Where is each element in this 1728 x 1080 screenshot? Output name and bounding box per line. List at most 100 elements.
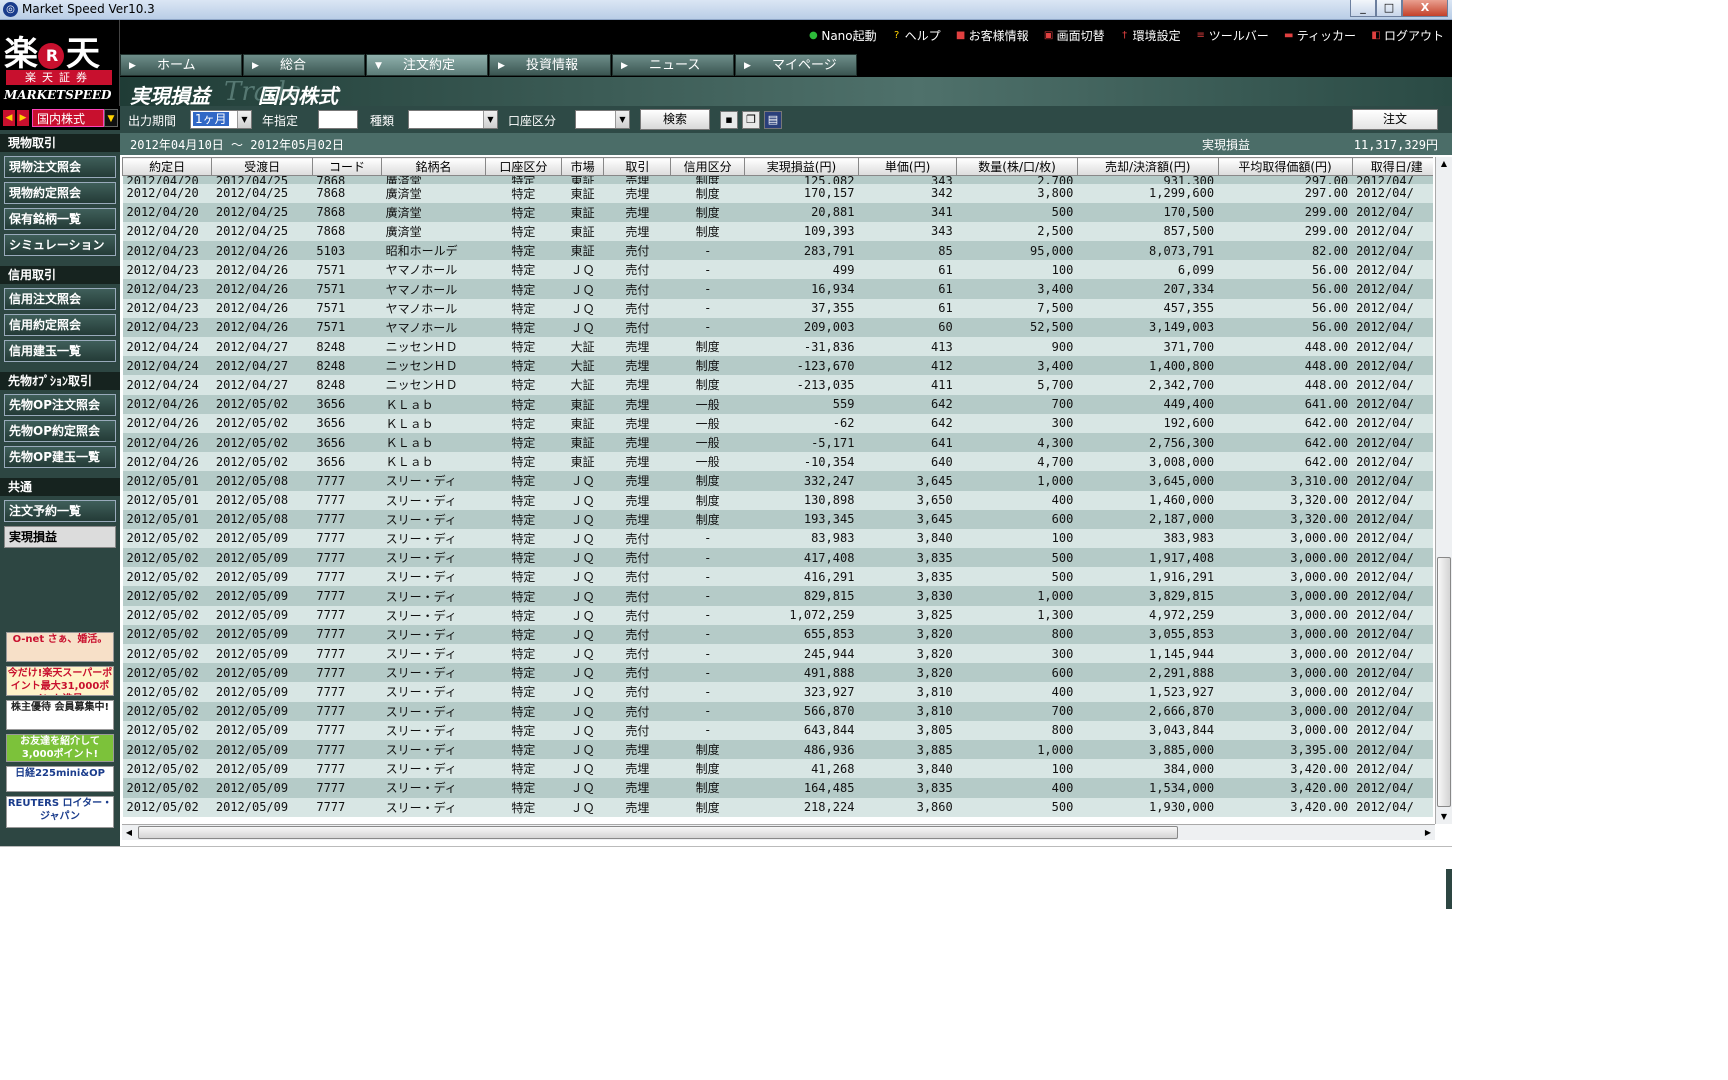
nav-tab-5[interactable]: ▶ マイページ [735,54,857,76]
type-select[interactable]: ▼ [408,110,498,129]
sidebar-item[interactable]: 信用建玉一覧 [4,340,116,362]
year-input[interactable] [318,110,358,129]
table-row[interactable]: 2012/04/24 2012/04/27 8248 ニッセンＨＤ 特定 大証 売埋 制度 -2… [122,375,1433,395]
column-header[interactable]: 市場 [560,157,605,176]
table-row[interactable]: 2012/05/02 2012/05/09 7777 スリー・ディ 特定 ＪＱ 売付 -417… [122,548,1433,568]
sidebar-item[interactable]: 先物OP注文照会 [4,394,116,416]
table-row[interactable]: 2012/05/02 2012/05/09 7777 スリー・ディ 特定 ＪＱ 売埋 制度 16… [122,778,1433,798]
toplink-7[interactable]: ◧ ログアウト [1370,27,1444,44]
table-row[interactable]: 2012/05/02 2012/05/09 7777 スリー・ディ 特定 ＪＱ 売埋 制度 41… [122,759,1433,779]
ad-banner-3[interactable]: お友達を紹介して3,000ポイント! [6,734,114,762]
column-header[interactable]: 平均取得価額(円) [1217,157,1353,176]
column-header[interactable]: 売却/決済額(円) [1076,157,1219,176]
table-row[interactable]: 2012/04/26 2012/05/02 3656 ＫＬａｂ 特定 東証 売埋 一般 -10,… [122,452,1433,472]
close-button[interactable]: X [1402,0,1448,17]
table-row[interactable]: 2012/05/01 2012/05/08 7777 スリー・ディ 特定 ＪＱ 売埋 制度 33… [122,471,1433,491]
sidebar-item[interactable]: シミュレーション [4,234,116,256]
table-row[interactable]: 2012/04/20 2012/04/25 7868 廣済堂 特定 東証 売埋 制度 170,1… [122,183,1433,203]
market-prev-arrow-icon[interactable]: ◀ [3,110,15,126]
table-row[interactable]: 2012/04/20 2012/04/25 7868 廣済堂 特定 東証 売埋 制度 109,3… [122,221,1433,242]
table-row[interactable]: 2012/05/02 2012/05/09 7777 スリー・ディ 特定 ＪＱ 売付 -323… [122,682,1433,702]
maximize-button[interactable]: □ [1376,0,1402,17]
table-row[interactable]: 2012/05/02 2012/05/09 7777 スリー・ディ 特定 ＪＱ 売付 -643… [122,720,1433,740]
table-row[interactable]: 2012/05/02 2012/05/09 7777 スリー・ディ 特定 ＪＱ 売付 -491… [122,663,1433,683]
vertical-scrollbar[interactable]: ▲ ▼ [1435,157,1452,824]
table-row[interactable]: 2012/05/01 2012/05/08 7777 スリー・ディ 特定 ＪＱ 売埋 制度 19… [122,509,1433,529]
table-row[interactable]: 2012/04/24 2012/04/27 8248 ニッセンＨＤ 特定 大証 売埋 制度 -1… [122,356,1433,376]
column-header[interactable]: 受渡日 [211,157,313,176]
ad-banner-0[interactable]: O-net さぁ、婚活。 [6,632,114,662]
nav-tab-1[interactable]: ▶ 総合 [243,54,365,76]
table-row[interactable]: 2012/04/23 2012/04/26 7571 ヤマノホール 特定 ＪＱ 売付 -499… [122,260,1433,280]
sidebar-item[interactable]: 信用注文照会 [4,288,116,310]
ad-banner-5[interactable]: REUTERS ロイター・ジャパン [6,796,114,828]
scroll-up-icon[interactable]: ▲ [1436,157,1452,171]
nav-tab-4[interactable]: ▶ ニュース [612,54,734,76]
sidebar-item[interactable]: 現物約定照会 [4,182,116,204]
column-header[interactable]: 口座区分 [484,157,562,176]
column-header[interactable]: コード [311,157,383,176]
order-button[interactable]: 注文 [1352,109,1438,130]
sidebar-item[interactable]: 保有銘柄一覧 [4,208,116,230]
partial-table-row[interactable]: 2012/04/20 2012/04/25 7868 廣済堂 特定 東証 売埋 制度 125,0… [122,175,1433,184]
table-row[interactable]: 2012/04/23 2012/04/26 5103 昭和ホールデ 特定 東証 売付 -283… [122,241,1433,261]
table-row[interactable]: 2012/05/02 2012/05/09 7777 スリー・ディ 特定 ＪＱ 売付 -1,0… [122,605,1433,625]
market-dropdown-icon[interactable]: ▼ [104,109,118,127]
toplink-2[interactable]: ■ お客様情報 [955,27,1029,44]
toplink-5[interactable]: ≡ ツールバー [1195,27,1268,44]
ad-banner-1[interactable]: 今だけ!楽天スーパーポイント最大31,000ポイント進呈! [6,666,114,696]
table-row[interactable]: 2012/05/02 2012/05/09 7777 スリー・ディ 特定 ＪＱ 売付 -566… [122,701,1433,721]
toplink-1[interactable]: ? ヘルプ [891,27,941,44]
toplink-3[interactable]: ▣ 画面切替 [1043,27,1105,44]
scroll-down-icon[interactable]: ▼ [1436,810,1452,824]
table-row[interactable]: 2012/04/23 2012/04/26 7571 ヤマノホール 特定 ＪＱ 売付 -209… [122,317,1433,337]
column-header[interactable]: 実現損益(円) [744,157,859,176]
sidebar-item[interactable]: 実現損益 [4,526,116,548]
sidebar-item[interactable]: 先物OP約定照会 [4,420,116,442]
table-row[interactable]: 2012/04/26 2012/05/02 3656 ＫＬａｂ 特定 東証 売埋 一般 -62 6… [122,413,1433,433]
table-row[interactable]: 2012/05/02 2012/05/09 7777 スリー・ディ 特定 ＪＱ 売付 -655… [122,624,1433,644]
table-row[interactable]: 2012/04/20 2012/04/25 7868 廣済堂 特定 東証 売埋 制度 20,88… [122,202,1433,222]
scroll-left-icon[interactable]: ◀ [122,825,136,840]
table-row[interactable]: 2012/04/24 2012/04/27 8248 ニッセンＨＤ 特定 大証 売埋 制度 -3… [122,337,1433,357]
table-row[interactable]: 2012/04/23 2012/04/26 7571 ヤマノホール 特定 ＪＱ 売付 -16,… [122,279,1433,299]
table-row[interactable]: 2012/05/02 2012/05/09 7777 スリー・ディ 特定 ＪＱ 売付 -83,… [122,528,1433,549]
table-row[interactable]: 2012/04/23 2012/04/26 7571 ヤマノホール 特定 ＪＱ 売付 -37,… [122,298,1433,318]
horizontal-scrollbar[interactable]: ◀ ▶ [122,824,1435,840]
scroll-right-icon[interactable]: ▶ [1421,825,1435,840]
account-select[interactable]: ▼ [575,110,630,129]
column-header[interactable]: 銘柄名 [381,157,486,176]
table-row[interactable]: 2012/05/01 2012/05/08 7777 スリー・ディ 特定 ＪＱ 売埋 制度 13… [122,490,1433,510]
nav-tab-2[interactable]: ▼ 注文約定 [366,54,488,76]
sidebar-item[interactable]: 注文予約一覧 [4,500,116,522]
copy-icon[interactable]: ❐ [742,111,760,129]
market-next-arrow-icon[interactable]: ▶ [17,110,29,126]
column-header[interactable]: 信用区分 [670,157,746,176]
table-row[interactable]: 2012/04/26 2012/05/02 3656 ＫＬａｂ 特定 東証 売埋 一般 559 6… [122,394,1433,414]
toplink-0[interactable]: ● Nano起動 [807,27,877,44]
table-row[interactable]: 2012/05/02 2012/05/09 7777 スリー・ディ 特定 ＪＱ 売埋 制度 21… [122,797,1433,817]
sidebar-item[interactable]: 信用約定照会 [4,314,116,336]
market-label[interactable]: 国内株式 [32,109,104,127]
sidebar-item[interactable]: 先物OP建玉一覧 [4,446,116,468]
table-row[interactable]: 2012/05/02 2012/05/09 7777 スリー・ディ 特定 ＪＱ 売埋 制度 48… [122,739,1433,760]
ad-banner-4[interactable]: 日経225mini&OP [6,766,114,792]
nav-tab-3[interactable]: ▶ 投資情報 [489,54,611,76]
toplink-4[interactable]: † 環境設定 [1119,27,1181,44]
column-header[interactable]: 数量(株/口/枚) [956,157,1078,176]
table-row[interactable]: 2012/04/26 2012/05/02 3656 ＫＬａｂ 特定 東証 売埋 一般 -5,1… [122,432,1433,453]
save-icon[interactable]: ▪ [720,111,738,129]
ad-banner-2[interactable]: 株主優待 会員募集中! [6,700,114,730]
table-row[interactable]: 2012/05/02 2012/05/09 7777 スリー・ディ 特定 ＪＱ 売付 -829… [122,586,1433,606]
period-select[interactable]: 1ヶ月 ▼ [190,110,252,129]
sidebar-item[interactable]: 現物注文照会 [4,156,116,178]
vertical-scroll-thumb[interactable] [1437,557,1451,807]
column-header[interactable]: 単価(円) [857,157,958,176]
minimize-button[interactable]: _ [1350,0,1376,17]
column-header[interactable]: 約定日 [122,157,213,176]
column-header[interactable]: 取得日/建 [1351,157,1433,176]
nav-tab-0[interactable]: ▶ ホーム [120,54,242,76]
column-settings-icon[interactable]: ▤ [764,111,782,129]
table-row[interactable]: 2012/05/02 2012/05/09 7777 スリー・ディ 特定 ＪＱ 売付 -416… [122,567,1433,587]
horizontal-scroll-thumb[interactable] [138,826,1178,839]
